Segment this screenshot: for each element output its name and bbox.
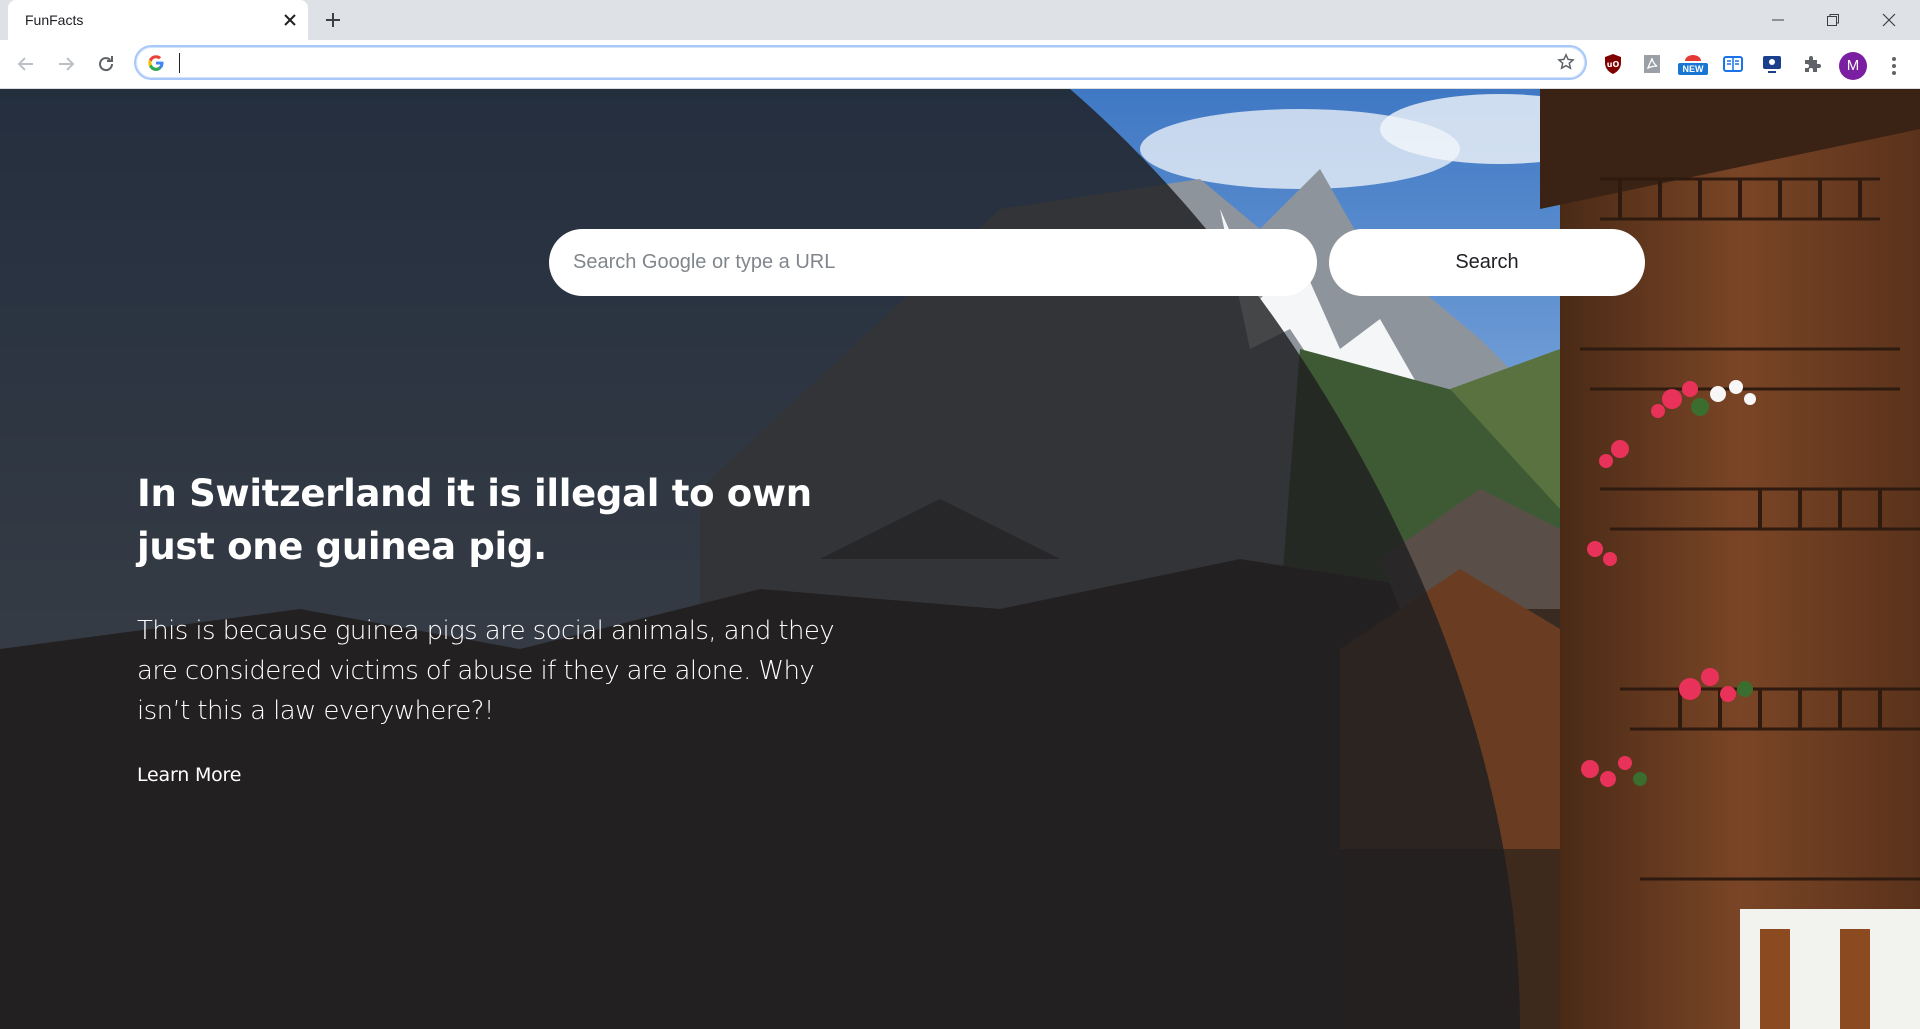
reader-icon[interactable] bbox=[1721, 52, 1745, 76]
back-arrow-icon[interactable] bbox=[10, 48, 42, 80]
browser-toolbar: uO NEW M bbox=[0, 40, 1920, 89]
svg-text:uO: uO bbox=[1607, 60, 1620, 69]
new-tab-plus-icon[interactable] bbox=[323, 10, 343, 30]
minimize-icon[interactable] bbox=[1755, 0, 1801, 40]
new-tab-page: Search In Switzerland it is illegal to o… bbox=[0, 89, 1920, 1029]
window-close-icon[interactable] bbox=[1866, 0, 1912, 40]
fact-title: In Switzerland it is illegal to own just… bbox=[137, 472, 812, 568]
restore-icon[interactable] bbox=[1810, 0, 1856, 40]
pdf-icon[interactable] bbox=[1640, 52, 1664, 76]
kebab-menu-icon[interactable] bbox=[1884, 54, 1904, 78]
search-button[interactable]: Search bbox=[1329, 229, 1645, 296]
search-input[interactable] bbox=[549, 229, 1317, 296]
tab-funfacts[interactable]: FunFacts bbox=[8, 0, 308, 40]
screen-cast-icon[interactable] bbox=[1760, 52, 1784, 76]
text-caret bbox=[179, 53, 180, 73]
reload-icon[interactable] bbox=[90, 48, 122, 80]
close-icon[interactable] bbox=[280, 10, 300, 30]
new-badge: NEW bbox=[1682, 64, 1704, 74]
google-g-icon bbox=[147, 54, 165, 77]
tab-title: FunFacts bbox=[25, 12, 84, 28]
profile-avatar[interactable]: M bbox=[1839, 52, 1867, 80]
forward-arrow-icon[interactable] bbox=[50, 48, 82, 80]
puzzle-extensions-icon[interactable] bbox=[1800, 52, 1824, 76]
address-bar[interactable] bbox=[134, 45, 1587, 80]
fact-description: This is because guinea pigs are social a… bbox=[137, 616, 835, 726]
new-badge-extension-icon[interactable]: NEW bbox=[1677, 52, 1709, 76]
learn-more-link[interactable]: Learn More bbox=[137, 764, 241, 786]
tab-strip: FunFacts bbox=[0, 0, 1920, 40]
bookmark-star-icon[interactable] bbox=[1557, 52, 1575, 76]
ublock-origin-icon[interactable]: uO bbox=[1601, 52, 1625, 76]
